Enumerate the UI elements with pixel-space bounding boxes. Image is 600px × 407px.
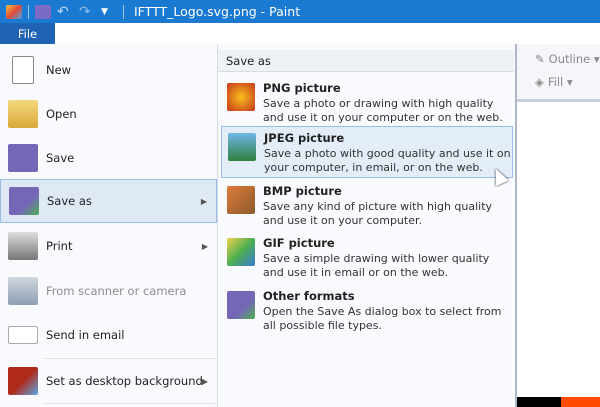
file-menu: New Open Save Save as ▶ Print ▶ From scann… bbox=[0, 44, 218, 407]
item-description: Open the Save As dialog box to select fr… bbox=[263, 305, 502, 332]
submenu-arrow-icon: ▶ bbox=[200, 196, 207, 206]
item-title: JPEG picture bbox=[264, 131, 345, 145]
png-picture-icon bbox=[227, 83, 255, 111]
save-as-submenu: Save as PNG picture Save a photo or drawi… bbox=[218, 44, 517, 407]
submenu-arrow-icon: ▶ bbox=[201, 241, 208, 251]
menu-save-as[interactable]: Save as ▶ bbox=[0, 179, 217, 223]
save-as-jpeg[interactable]: JPEG picture Save a photo with good quali… bbox=[221, 126, 513, 178]
item-description: Save any kind of picture with high quali… bbox=[263, 200, 493, 227]
redo-icon[interactable]: ↷ bbox=[79, 5, 95, 19]
ribbon-partial: ✎ Outline ▾ ◈ Fill ▾ bbox=[517, 44, 600, 102]
menu-label: Set as desktop background bbox=[46, 374, 203, 388]
fill-button[interactable]: ◈ Fill ▾ bbox=[535, 75, 573, 89]
submenu-header: Save as bbox=[218, 50, 514, 72]
item-title: Other formats bbox=[263, 289, 355, 303]
file-tab[interactable]: File bbox=[0, 23, 55, 44]
desktop-icon bbox=[8, 367, 38, 395]
undo-icon[interactable]: ↶ bbox=[57, 5, 73, 19]
menu-set-desktop-background[interactable]: Set as desktop background ▶ bbox=[0, 359, 217, 403]
printer-icon bbox=[8, 232, 38, 260]
canvas-image bbox=[517, 397, 600, 407]
menu-from-scanner[interactable]: From scanner or camera bbox=[0, 269, 217, 313]
canvas-image-orange bbox=[561, 397, 600, 407]
divider bbox=[123, 4, 124, 19]
open-folder-icon bbox=[8, 100, 38, 128]
other-formats-icon bbox=[227, 291, 255, 319]
menu-label: Open bbox=[46, 107, 77, 121]
window-title: IFTTT_Logo.svg.png - Paint bbox=[134, 4, 301, 19]
item-title: GIF picture bbox=[263, 236, 335, 250]
outline-button[interactable]: ✎ Outline ▾ bbox=[535, 52, 600, 66]
menu-print[interactable]: Print ▶ bbox=[0, 224, 217, 268]
new-file-icon bbox=[12, 56, 34, 84]
menu-label: Send in email bbox=[46, 328, 125, 342]
item-description: Save a photo or drawing with high qualit… bbox=[263, 97, 503, 124]
save-as-other-formats[interactable]: Other formats Open the Save As dialog box… bbox=[221, 285, 513, 335]
floppy-disk-icon bbox=[8, 144, 38, 172]
menu-separator bbox=[45, 403, 215, 404]
scanner-icon bbox=[8, 277, 38, 305]
customize-toolbar-icon[interactable]: ▼ bbox=[101, 5, 117, 19]
menu-open[interactable]: Open bbox=[0, 92, 217, 136]
outline-label: Outline bbox=[548, 52, 591, 66]
menu-label: New bbox=[46, 63, 72, 77]
save-as-icon bbox=[9, 187, 39, 215]
title-bar: ↶ ↷ ▼ IFTTT_Logo.svg.png - Paint bbox=[0, 0, 600, 23]
item-title: BMP picture bbox=[263, 184, 342, 198]
save-as-bmp[interactable]: BMP picture Save any kind of picture with… bbox=[221, 180, 513, 230]
item-description: Save a simple drawing with lower quality… bbox=[263, 252, 490, 279]
divider bbox=[28, 4, 29, 19]
fill-label: Fill bbox=[547, 75, 564, 89]
paint-app-icon[interactable] bbox=[6, 4, 22, 19]
item-title: PNG picture bbox=[263, 81, 341, 95]
save-as-png[interactable]: PNG picture Save a photo or drawing with … bbox=[221, 77, 513, 127]
submenu-arrow-icon: ▶ bbox=[201, 376, 208, 386]
save-icon[interactable] bbox=[35, 4, 51, 19]
ribbon-tabs: File bbox=[0, 23, 600, 44]
menu-new[interactable]: New bbox=[0, 48, 217, 92]
jpeg-picture-icon bbox=[228, 133, 256, 161]
email-icon bbox=[8, 326, 38, 344]
menu-label: Save as bbox=[47, 194, 92, 208]
pencil-icon: ✎ bbox=[535, 52, 545, 66]
fill-bucket-icon: ◈ bbox=[535, 75, 544, 89]
menu-label: From scanner or camera bbox=[46, 284, 187, 298]
menu-label: Print bbox=[46, 239, 73, 253]
save-as-gif[interactable]: GIF picture Save a simple drawing with lo… bbox=[221, 232, 513, 282]
menu-save[interactable]: Save bbox=[0, 136, 217, 180]
bmp-picture-icon bbox=[227, 186, 255, 214]
menu-send-email[interactable]: Send in email bbox=[0, 313, 217, 357]
menu-label: Save bbox=[46, 151, 75, 165]
item-description: Save a photo with good quality and use i… bbox=[264, 147, 511, 174]
gif-picture-icon bbox=[227, 238, 255, 266]
